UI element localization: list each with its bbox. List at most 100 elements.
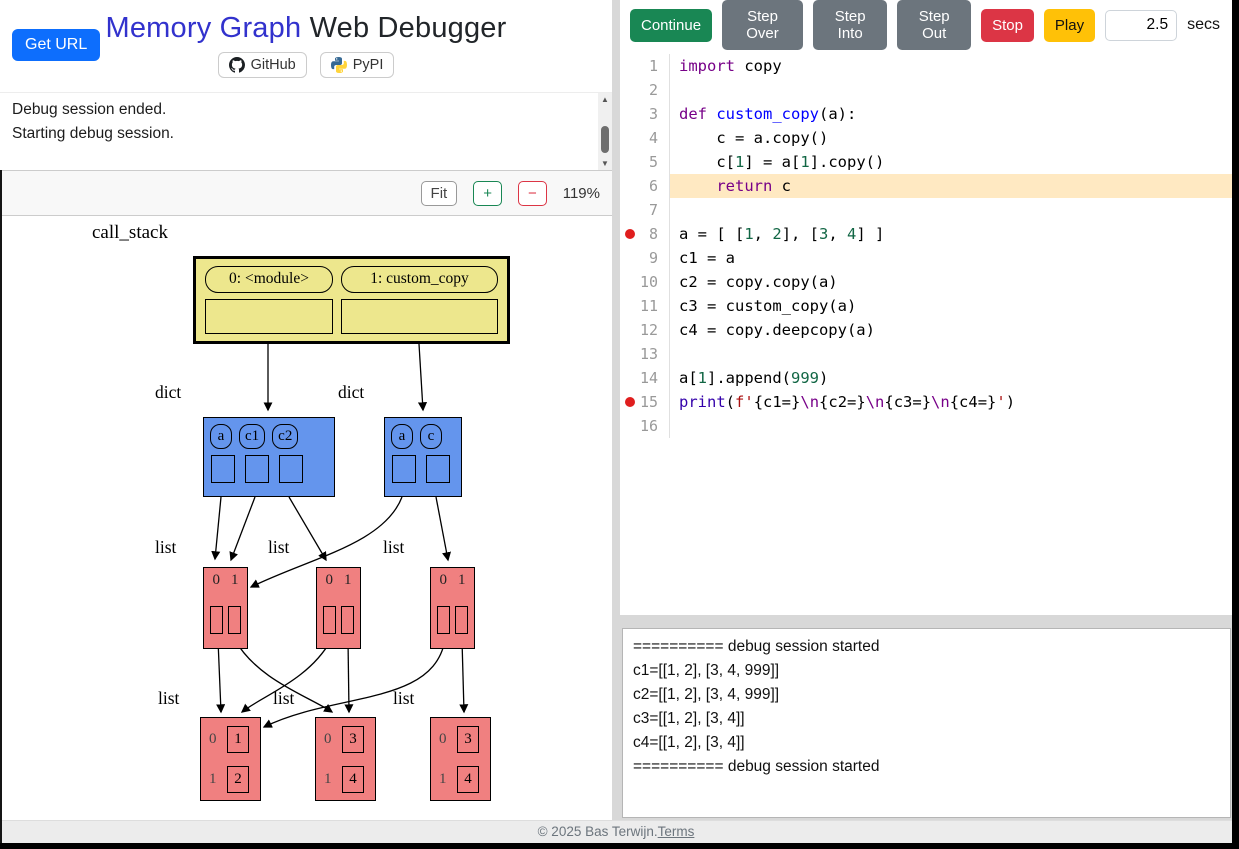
line-number-gutter[interactable]: 11	[620, 294, 670, 318]
code-line: 12 c4 = copy.deepcopy(a)	[620, 318, 1232, 342]
line-number: 11	[640, 297, 658, 315]
scroll-down-button[interactable]: ▼	[598, 157, 612, 170]
line-number-gutter[interactable]: 6	[620, 174, 670, 198]
log-panel: Debug session ended.Starting debug sessi…	[0, 93, 612, 170]
frame-label: 0: <module>	[205, 266, 333, 293]
line-number-gutter[interactable]: 4	[620, 126, 670, 150]
console-line: c3=[[1, 2], [3, 4]]	[633, 707, 1220, 731]
debug-controls: Continue Step Over Step Into Step Out St…	[620, 0, 1232, 50]
step-over-button[interactable]: Step Over	[722, 0, 803, 50]
list-index: 1	[458, 572, 466, 589]
graph-toolbar: Fit + − 119%	[0, 170, 612, 216]
line-number-gutter[interactable]: 3	[620, 102, 670, 126]
list-type-label: list	[393, 688, 414, 709]
line-number-gutter[interactable]: 8	[620, 222, 670, 246]
console-line: ========== debug session started	[633, 755, 1220, 779]
line-number: 14	[640, 369, 658, 387]
dict-values	[392, 455, 455, 483]
code-text: c4 = copy.deepcopy(a)	[670, 318, 1232, 342]
line-number-gutter[interactable]: 13	[620, 342, 670, 366]
list-index: 0	[439, 731, 448, 748]
list-value-box: 4	[457, 766, 479, 793]
list-index: 1	[209, 771, 218, 788]
line-number: 15	[640, 393, 658, 411]
step-into-button[interactable]: Step Into	[813, 0, 887, 50]
list-value-node: 03 14	[430, 717, 491, 801]
step-out-button[interactable]: Step Out	[897, 0, 971, 50]
code-line: 11c3 = custom_copy(a)	[620, 294, 1232, 318]
line-number-gutter[interactable]: 1	[620, 54, 670, 78]
play-button[interactable]: Play	[1044, 9, 1095, 42]
list-row: 12	[209, 762, 252, 796]
list-type-label: list	[268, 537, 289, 558]
continue-button[interactable]: Continue	[630, 9, 712, 42]
line-number-gutter[interactable]: 16	[620, 414, 670, 438]
dict-key: c1	[239, 424, 265, 449]
breakpoint-icon[interactable]	[625, 397, 635, 407]
list-ref-box	[455, 606, 468, 634]
dict-type-label: dict	[155, 382, 181, 403]
list-value-box: 4	[342, 766, 364, 793]
zoom-in-button[interactable]: +	[473, 181, 502, 206]
dict-key: c	[420, 424, 442, 449]
code-editor[interactable]: 1import copy23def custom_copy(a):4 c = a…	[620, 50, 1232, 615]
list-row: 14	[439, 762, 482, 796]
list-index: 1	[231, 572, 239, 589]
console-line: ========== debug session started	[633, 635, 1220, 659]
scroll-up-button[interactable]: ▲	[598, 93, 612, 106]
dict-key: a	[391, 424, 413, 449]
dict-node: ac	[384, 417, 462, 497]
delay-unit-label: secs	[1187, 16, 1220, 34]
delay-input[interactable]	[1105, 10, 1177, 41]
fit-button[interactable]: Fit	[421, 181, 458, 206]
line-number-gutter[interactable]: 9	[620, 246, 670, 270]
line-number: 7	[649, 201, 658, 219]
copyright-text: © 2025 Bas Terwijn.	[538, 824, 658, 839]
line-number-gutter[interactable]: 2	[620, 78, 670, 102]
line-number-gutter[interactable]: 12	[620, 318, 670, 342]
code-line: 9c1 = a	[620, 246, 1232, 270]
list-value-box: 3	[342, 726, 364, 753]
console-line: c2=[[1, 2], [3, 4, 999]]	[633, 683, 1220, 707]
python-icon	[331, 57, 347, 73]
terms-link[interactable]: Terms	[658, 824, 695, 839]
line-number: 6	[649, 177, 658, 195]
memory-graph-canvas[interactable]: call_stack 0: <module> 1: custom_copy di…	[0, 216, 612, 820]
line-number-gutter[interactable]: 5	[620, 150, 670, 174]
code-line: 1import copy	[620, 54, 1232, 78]
list-type-label: list	[383, 537, 404, 558]
github-link[interactable]: GitHub	[218, 52, 307, 78]
line-number: 12	[640, 321, 658, 339]
list-ref-boxes	[431, 606, 474, 634]
title-memory-graph: Memory Graph	[106, 12, 302, 44]
debugger-panel: Continue Step Over Step Into Step Out St…	[620, 0, 1232, 820]
line-number-gutter[interactable]: 10	[620, 270, 670, 294]
dict-keys: ac	[391, 424, 455, 449]
breakpoint-icon[interactable]	[625, 229, 635, 239]
line-number: 8	[649, 225, 658, 243]
pypi-link[interactable]: PyPI	[320, 52, 395, 78]
log-line: Starting debug session.	[12, 122, 600, 146]
app-header: Get URL Memory Graph Web Debugger GitHub…	[0, 0, 612, 93]
code-line: 15print(f'{c1=}\n{c2=}\n{c3=}\n{c4=}')	[620, 390, 1232, 414]
console-lines: ========== debug session startedc1=[[1, …	[633, 635, 1220, 779]
list-value-box: 1	[227, 726, 249, 753]
dict-node: ac1c2	[203, 417, 335, 497]
line-number: 2	[649, 81, 658, 99]
list-value-box: 3	[457, 726, 479, 753]
stop-button[interactable]: Stop	[981, 9, 1034, 42]
list-ref-box	[437, 606, 450, 634]
scrollbar-thumb[interactable]	[601, 126, 609, 153]
code-text	[670, 414, 1232, 438]
line-number: 9	[649, 249, 658, 267]
dict-value-box	[426, 455, 450, 483]
line-number-gutter[interactable]: 15	[620, 390, 670, 414]
code-text: c[1] = a[1].copy()	[670, 150, 1232, 174]
log-scrollbar[interactable]: ▲ ▼	[598, 93, 612, 170]
line-number-gutter[interactable]: 14	[620, 366, 670, 390]
get-url-button[interactable]: Get URL	[12, 29, 100, 61]
dict-value-box	[245, 455, 269, 483]
line-number-gutter[interactable]: 7	[620, 198, 670, 222]
zoom-out-button[interactable]: −	[518, 181, 547, 206]
list-row: 14	[324, 762, 367, 796]
